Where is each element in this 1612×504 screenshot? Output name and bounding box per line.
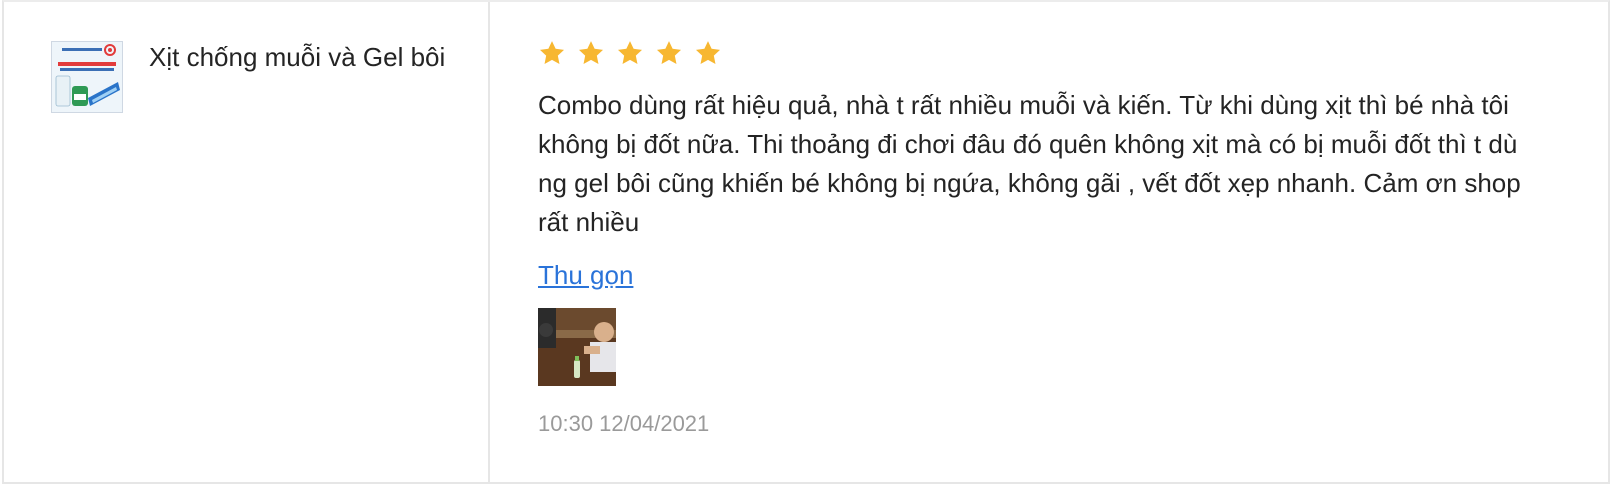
review-timestamp: 10:30 12/04/2021 [538,411,710,436]
star-icon [617,41,643,64]
rating-stars [538,39,722,67]
review-text: Combo dùng rất hiệu quả, nhà t rất nhiều… [538,90,1521,237]
product-column: Xịt chống muỗi và Gel bôi [4,2,490,482]
star-icon [695,41,721,64]
star-icon [656,41,682,64]
collapse-link[interactable]: Thu gọn [538,258,633,292]
review-photo[interactable] [538,308,616,386]
product-thumbnail-image [52,42,122,112]
review-photo-image [538,308,616,386]
product-name[interactable]: Xịt chống muỗi và Gel bôi [149,40,459,74]
star-icon [539,41,565,64]
review-card: Xịt chống muỗi và Gel bôi Combo dùng rất… [2,0,1610,484]
product-thumbnail[interactable] [51,41,123,113]
star-icon [578,41,604,64]
